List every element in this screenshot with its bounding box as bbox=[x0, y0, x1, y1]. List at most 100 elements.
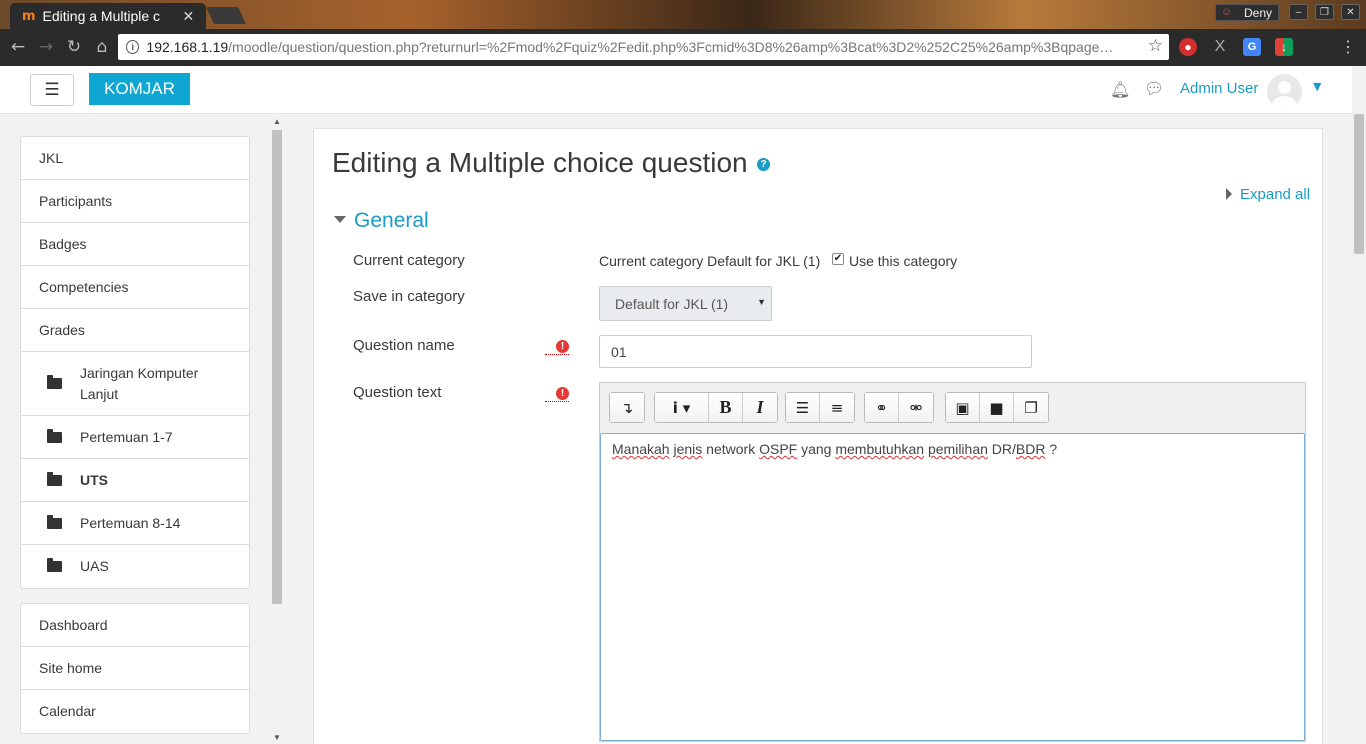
forward-icon[interactable]: → bbox=[35, 36, 57, 58]
moodle-favicon-icon: m bbox=[22, 8, 36, 24]
use-category-label: Use this category bbox=[849, 253, 958, 269]
profile-icon: ☺ bbox=[1221, 6, 1233, 18]
folder-icon bbox=[47, 428, 62, 443]
scroll-down-icon[interactable]: ▼ bbox=[273, 733, 281, 742]
current-category-value: Current category Default for JKL (1) bbox=[599, 253, 821, 269]
notifications-bell-icon[interactable]: 🔔︎ bbox=[1110, 80, 1130, 99]
sidebar-item-section[interactable]: Pertemuan 1-7 bbox=[21, 416, 249, 459]
folder-icon bbox=[47, 514, 62, 529]
folder-icon bbox=[47, 375, 62, 389]
url-path: /moodle/question/question.php?returnurl=… bbox=[228, 39, 1114, 55]
chevron-down-icon[interactable]: ▼ bbox=[1313, 80, 1321, 93]
scroll-up-icon[interactable]: ▲ bbox=[273, 117, 281, 126]
nav-drawer: JKL Participants Badges Competencies Gra… bbox=[20, 136, 250, 744]
main-region: Editing a Multiple choice question ? Exp… bbox=[313, 128, 1323, 744]
address-bar[interactable]: i 192.168.1.19 /moodle/question/question… bbox=[118, 34, 1169, 60]
toolbar-group: ⚭ ⚮ bbox=[864, 392, 934, 423]
show-more-buttons-icon[interactable]: ↴ bbox=[610, 393, 644, 422]
image-icon[interactable]: ▣ bbox=[946, 393, 980, 422]
site-brand-link[interactable]: KOMJAR bbox=[89, 73, 190, 105]
folder-icon bbox=[47, 471, 62, 486]
adblock-extension-icon[interactable]: ● bbox=[1179, 38, 1197, 56]
sidebar-item-section[interactable]: UAS bbox=[21, 545, 249, 588]
translate-extension-icon[interactable]: G bbox=[1243, 38, 1261, 56]
folder-icon bbox=[47, 558, 62, 572]
required-indicator: ! bbox=[545, 340, 569, 355]
drive-extension-icon[interactable]: ↓ bbox=[1275, 38, 1293, 56]
close-tab-icon[interactable]: ✕ bbox=[183, 8, 195, 25]
question-text-label: Question text bbox=[353, 384, 442, 401]
required-indicator: ! bbox=[545, 387, 569, 402]
caret-down-icon bbox=[334, 216, 346, 223]
sidebar-item-badges[interactable]: Badges bbox=[21, 223, 249, 266]
unlink-icon[interactable]: ⚮ bbox=[899, 393, 933, 422]
reload-icon[interactable]: ↻ bbox=[63, 36, 85, 58]
required-icon: ! bbox=[556, 387, 569, 400]
select-caret-icon: ▼ bbox=[757, 297, 766, 307]
toolbar-group: ↴ bbox=[609, 392, 645, 423]
caret-right-icon bbox=[1226, 188, 1232, 200]
italic-icon[interactable]: I bbox=[743, 393, 777, 422]
browser-tab[interactable]: m Editing a Multiple c ✕ bbox=[10, 3, 206, 29]
user-menu-name[interactable]: Admin User bbox=[1180, 80, 1258, 97]
back-icon[interactable]: ← bbox=[7, 36, 29, 58]
url-host: 192.168.1.19 bbox=[146, 39, 229, 55]
x-extension-icon[interactable]: X bbox=[1211, 38, 1229, 56]
current-category-label: Current category bbox=[353, 252, 465, 269]
expand-all-link[interactable]: Expand all bbox=[1226, 186, 1310, 203]
bold-icon[interactable]: B bbox=[709, 393, 743, 422]
use-category-checkbox[interactable]: ✔ bbox=[832, 253, 844, 265]
info-icon[interactable]: i bbox=[126, 40, 140, 54]
sidebar-item-section[interactable]: Pertemuan 8-14 bbox=[21, 502, 249, 545]
avatar[interactable] bbox=[1267, 74, 1302, 109]
sidebar-scrollbar[interactable]: ▲ ▼ bbox=[271, 117, 283, 744]
editor-content-area[interactable]: Manakah jenis network OSPF yang membutuh… bbox=[600, 433, 1305, 741]
messages-chat-icon[interactable]: 💬︎ bbox=[1144, 79, 1164, 98]
bookmark-star-icon[interactable]: ☆ bbox=[1148, 36, 1163, 56]
sidebar-item-calendar[interactable]: Calendar bbox=[21, 690, 249, 733]
required-icon: ! bbox=[556, 340, 569, 353]
question-name-label: Question name bbox=[353, 337, 455, 354]
window-close-button[interactable]: ✕ bbox=[1341, 4, 1360, 20]
manage-files-icon[interactable]: ❐ bbox=[1014, 393, 1048, 422]
sidebar-item-section[interactable]: Jaringan Komputer Lanjut bbox=[21, 352, 249, 416]
home-icon[interactable]: ⌂ bbox=[91, 36, 113, 58]
ordered-list-icon[interactable]: ≡ bbox=[820, 393, 854, 422]
sidebar-item-jkl[interactable]: JKL bbox=[21, 137, 249, 180]
browser-toolbar: ← → ↻ ⌂ i 192.168.1.19 /moodle/question/… bbox=[0, 29, 1366, 66]
sidebar-item-section[interactable]: UTS bbox=[21, 459, 249, 502]
category-select[interactable]: Default for JKL (1) ▼ bbox=[599, 286, 772, 321]
toolbar-group: i ▾ B I bbox=[654, 392, 778, 423]
minimize-button[interactable]: – bbox=[1289, 4, 1308, 20]
sidebar-item-competencies[interactable]: Competencies bbox=[21, 266, 249, 309]
paragraph-style-icon[interactable]: i ▾ bbox=[655, 393, 709, 422]
drawer-toggle-button[interactable]: ☰ bbox=[30, 74, 74, 106]
chrome-menu-icon[interactable]: ⋮ bbox=[1340, 37, 1356, 57]
sidebar-scroll-thumb[interactable] bbox=[272, 130, 282, 604]
save-category-label: Save in category bbox=[353, 288, 465, 305]
tab-title: Editing a Multiple c bbox=[42, 8, 161, 24]
unordered-list-icon[interactable]: ☰ bbox=[786, 393, 820, 422]
section-general-toggle[interactable]: General bbox=[334, 209, 429, 233]
profile-button[interactable]: ☺ Deny bbox=[1215, 4, 1279, 21]
page-title: Editing a Multiple choice question bbox=[332, 147, 748, 178]
site-nav-block: Dashboard Site home Calendar bbox=[20, 603, 250, 734]
video-icon[interactable]: ■ bbox=[980, 393, 1014, 422]
new-tab-button[interactable] bbox=[206, 7, 246, 24]
moodle-navbar: ☰ KOMJAR 🔔︎ 💬︎ Admin User ▼ bbox=[0, 66, 1366, 114]
sidebar-item-participants[interactable]: Participants bbox=[21, 180, 249, 223]
browser-tabstrip: m Editing a Multiple c ✕ ☺ Deny – ❐ ✕ bbox=[0, 0, 1366, 29]
help-icon[interactable]: ? bbox=[757, 158, 770, 171]
restore-button[interactable]: ❐ bbox=[1315, 4, 1334, 20]
page-scroll-thumb[interactable] bbox=[1354, 114, 1364, 254]
profile-name: Deny bbox=[1243, 5, 1272, 20]
question-name-input[interactable]: 01 bbox=[599, 335, 1032, 368]
editor-toolbar: ↴ i ▾ B I ☰ ≡ ⚭ ⚮ ▣ ■ ❐ bbox=[600, 383, 1305, 433]
link-icon[interactable]: ⚭ bbox=[865, 393, 899, 422]
sidebar-item-grades[interactable]: Grades bbox=[21, 309, 249, 352]
sidebar-item-dashboard[interactable]: Dashboard bbox=[21, 604, 249, 647]
toolbar-group: ▣ ■ ❐ bbox=[945, 392, 1049, 423]
sidebar-item-site-home[interactable]: Site home bbox=[21, 647, 249, 690]
toolbar-group: ☰ ≡ bbox=[785, 392, 855, 423]
page-scrollbar[interactable] bbox=[1352, 66, 1366, 744]
